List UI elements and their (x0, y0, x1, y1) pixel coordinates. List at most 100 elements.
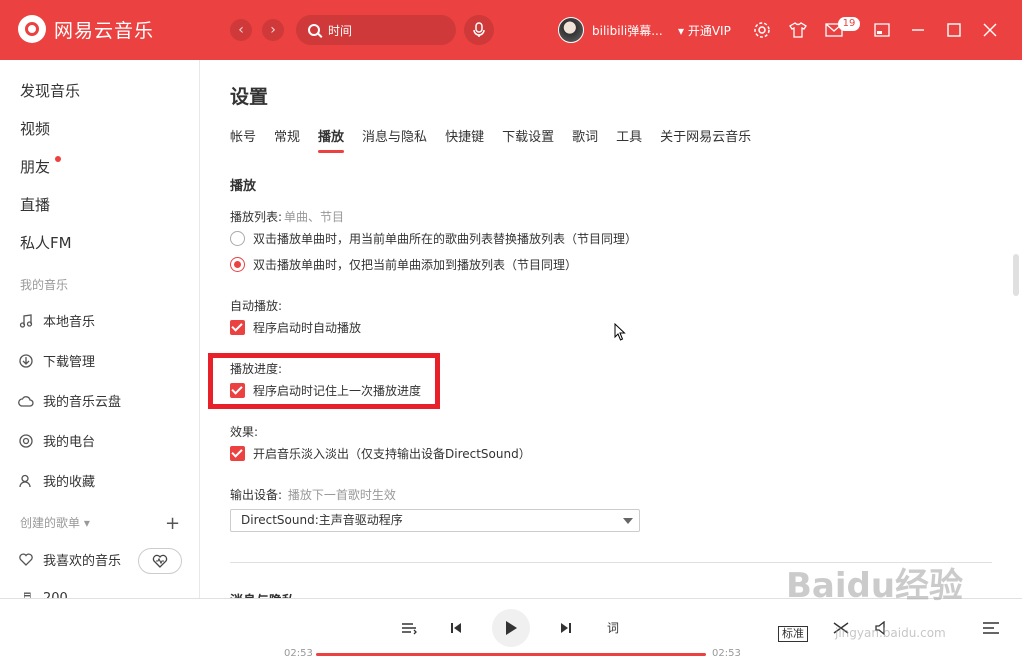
section-title-playback: 播放 (230, 179, 257, 194)
search-icon (308, 24, 320, 36)
option-label: 双击播放单曲时，用当前单曲所在的歌曲列表替换播放列表（节目同理） (253, 232, 638, 246)
voice-search-button[interactable] (464, 15, 494, 45)
sidebar-item-local-music[interactable]: 本地音乐 (18, 311, 95, 330)
top-bar: 网易云音乐 ‹ › bilibili弹幕... ▾ 开通VIP 19 (0, 0, 1022, 60)
gear-icon (754, 22, 770, 38)
scrollbar-thumb[interactable] (1013, 254, 1019, 296)
previous-icon (451, 623, 461, 633)
skin-button[interactable] (786, 18, 810, 42)
option-label: 程序启动时记住上一次播放进度 (253, 384, 422, 398)
playlist-replace-option[interactable]: 双击播放单曲时，用当前单曲所在的歌曲列表替换播放列表（节目同理） (230, 230, 637, 247)
tab-privacy[interactable]: 消息与隐私 (362, 126, 427, 153)
search-box[interactable] (296, 15, 456, 45)
sidebar-item-discover[interactable]: 发现音乐 (20, 80, 80, 101)
mini-mode-button[interactable] (870, 18, 894, 42)
sidebar-item-cloud[interactable]: 我的音乐云盘 (18, 391, 121, 410)
sidebar-item-label: 下载管理 (43, 355, 96, 370)
forward-button[interactable]: › (262, 19, 284, 41)
checkbox-checked[interactable] (230, 446, 245, 461)
minimize-icon (912, 29, 924, 31)
user-icon (18, 473, 34, 489)
minimize-button[interactable] (906, 18, 930, 42)
playlist-icon (983, 622, 999, 634)
progress-bar[interactable] (316, 653, 706, 656)
message-count-badge: 19 (838, 17, 860, 31)
tab-playback[interactable]: 播放 (318, 126, 345, 153)
mini-mode-icon (874, 23, 890, 37)
sidebar-item-label: 我喜欢的音乐 (43, 554, 122, 569)
radio-icon (18, 433, 34, 449)
next-icon (561, 623, 571, 633)
sidebar-item-video[interactable]: 视频 (20, 118, 50, 139)
maximize-button[interactable] (942, 18, 966, 42)
tab-tools[interactable]: 工具 (616, 126, 642, 153)
playlist-setting-label: 播放列表: 单曲、节目 (230, 210, 345, 224)
sidebar-item-fm[interactable]: 私人FM (20, 232, 72, 253)
sidebar-item-playlist[interactable]: ♬ 200 (18, 590, 68, 599)
microphone-icon (473, 22, 485, 37)
notification-dot (55, 156, 61, 162)
play-mode-button[interactable] (398, 617, 420, 639)
app-logo[interactable]: 网易云音乐 (18, 15, 154, 43)
option-label: 双击播放单曲时，仅把当前单曲添加到播放列表（节目同理） (253, 258, 578, 272)
tab-about[interactable]: 关于网易云音乐 (660, 126, 751, 153)
settings-tabs: 帐号 常规 播放 消息与隐私 快捷键 下载设置 歌词 工具 关于网易云音乐 (230, 126, 769, 153)
sidebar-item-liked-music[interactable]: 我喜欢的音乐 (18, 550, 121, 569)
sidebar-item-live[interactable]: 直播 (20, 194, 50, 215)
list-loop-icon (402, 623, 417, 635)
close-button[interactable] (978, 18, 1002, 42)
tab-shortcuts[interactable]: 快捷键 (445, 126, 484, 153)
play-progress-label: 播放进度: (230, 362, 283, 376)
tab-lyrics[interactable]: 歌词 (572, 126, 598, 153)
quality-button[interactable]: 标准 (778, 626, 808, 642)
current-time: 02:53 (284, 648, 313, 659)
download-icon (18, 353, 34, 369)
settings-button[interactable] (750, 18, 774, 42)
music-note-icon (18, 313, 34, 329)
output-device-label: 输出设备: 播放下一首歌时生效 (230, 488, 396, 502)
remember-progress-option[interactable]: 程序启动时记住上一次播放进度 (230, 382, 421, 399)
heartbeat-mode-button[interactable] (138, 548, 182, 574)
add-playlist-button[interactable]: + (165, 513, 180, 534)
vip-button[interactable]: ▾ 开通VIP (678, 22, 731, 39)
lyrics-button[interactable]: 词 (607, 619, 619, 636)
page-title: 设置 (230, 86, 269, 108)
sidebar-item-radio[interactable]: 我的电台 (18, 431, 95, 450)
option-label: 开启音乐淡入淡出（仅支持输出设备DirectSound） (253, 447, 531, 461)
checkbox-checked[interactable] (230, 320, 245, 335)
output-device-select[interactable]: DirectSound:主声音驱动程序 (230, 509, 640, 532)
sidebar-item-downloads[interactable]: 下载管理 (18, 351, 95, 370)
avatar[interactable] (558, 17, 584, 43)
sidebar-item-friends[interactable]: 朋友 (20, 156, 50, 177)
playlist-add-option[interactable]: 双击播放单曲时，仅把当前单曲添加到播放列表（节目同理） (230, 256, 577, 273)
baidu-watermark: Baidu经验 (786, 566, 964, 606)
created-playlists-title[interactable]: 创建的歌单 ▾ (20, 514, 90, 531)
tab-account[interactable]: 帐号 (230, 126, 256, 153)
tshirt-icon (789, 22, 807, 38)
sidebar: 发现音乐 视频 朋友 直播 私人FM 我的音乐 本地音乐 下载管理 我的音乐云盘… (0, 60, 200, 598)
fade-option[interactable]: 开启音乐淡入淡出（仅支持输出设备DirectSound） (230, 445, 531, 462)
autoplay-option[interactable]: 程序启动时自动播放 (230, 319, 361, 336)
search-input[interactable] (328, 23, 438, 37)
heart-icon (18, 552, 34, 568)
my-music-section-title: 我的音乐 (20, 278, 69, 292)
next-button[interactable] (555, 617, 577, 639)
close-icon (983, 23, 997, 37)
playlist-button[interactable] (980, 617, 1002, 639)
sidebar-item-label: 我的电台 (43, 435, 96, 450)
username[interactable]: bilibili弹幕... (592, 22, 664, 39)
tab-general[interactable]: 常规 (274, 126, 300, 153)
previous-button[interactable] (445, 617, 467, 639)
radio-button[interactable] (230, 231, 245, 246)
tab-download[interactable]: 下载设置 (502, 126, 554, 153)
back-button[interactable]: ‹ (230, 19, 252, 41)
sidebar-item-collection[interactable]: 我的收藏 (18, 471, 95, 490)
vip-label: 开通VIP (687, 24, 731, 38)
app-title: 网易云音乐 (54, 19, 155, 42)
play-button[interactable] (492, 609, 530, 647)
settings-panel: 设置 帐号 常规 播放 消息与隐私 快捷键 下载设置 歌词 工具 关于网易云音乐… (200, 60, 1022, 598)
sidebar-item-label: 200 (43, 590, 68, 599)
radio-button-selected[interactable] (230, 257, 245, 272)
playlist-icon: ♬ (20, 590, 32, 599)
checkbox-checked[interactable] (230, 383, 245, 398)
